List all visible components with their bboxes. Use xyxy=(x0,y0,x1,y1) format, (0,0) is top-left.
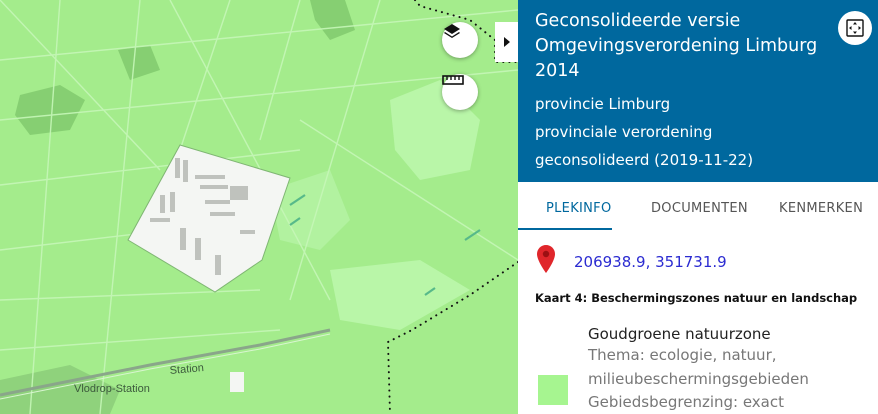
layers-icon xyxy=(444,24,460,38)
map-canvas[interactable]: Station Vlodrop-Station xyxy=(0,0,518,414)
legend-begrenzing: Gebiedsbegrenzing: exact xyxy=(588,393,785,411)
expand-icon xyxy=(846,19,864,37)
fullscreen-button[interactable] xyxy=(838,11,872,45)
legend-thema-line2: milieubeschermingsgebieden xyxy=(588,370,809,388)
tab-kenmerken[interactable]: KENMERKEN xyxy=(779,201,863,216)
legend-thema-line1: Thema: ecologie, natuur, xyxy=(588,346,777,364)
info-panel: Geconsolideerde versie Omgevingsverorden… xyxy=(518,0,878,414)
meta-status: geconsolideerd (2019-11-22) xyxy=(535,151,754,169)
kaart-title: Kaart 4: Beschermingszones natuur en lan… xyxy=(535,291,858,305)
map-graphic: Station Vlodrop-Station xyxy=(0,0,518,414)
measure-button[interactable] xyxy=(442,74,478,110)
regulation-title: Geconsolideerde versie Omgevingsverorden… xyxy=(535,11,818,81)
active-tab-indicator xyxy=(518,228,612,230)
tab-plekinfo[interactable]: PLEKINFO xyxy=(546,201,612,216)
panel-header: Geconsolideerde versie Omgevingsverorden… xyxy=(518,0,878,182)
map-pin-icon xyxy=(537,245,555,273)
collapse-panel-button[interactable] xyxy=(495,22,518,62)
location-coordinates[interactable]: 206938.9, 351731.9 xyxy=(574,253,727,271)
layers-button[interactable] xyxy=(442,22,478,58)
legend-swatch xyxy=(538,375,568,405)
map-label-vlodrop-station: Vlodrop-Station xyxy=(74,383,150,395)
ruler-icon xyxy=(442,75,464,85)
meta-type: provinciale verordening xyxy=(535,123,713,141)
legend-name: Goudgroene natuurzone xyxy=(588,325,771,343)
meta-authority: provincie Limburg xyxy=(535,95,671,113)
tab-documenten[interactable]: DOCUMENTEN xyxy=(651,201,748,216)
chevron-right-icon xyxy=(503,37,510,47)
